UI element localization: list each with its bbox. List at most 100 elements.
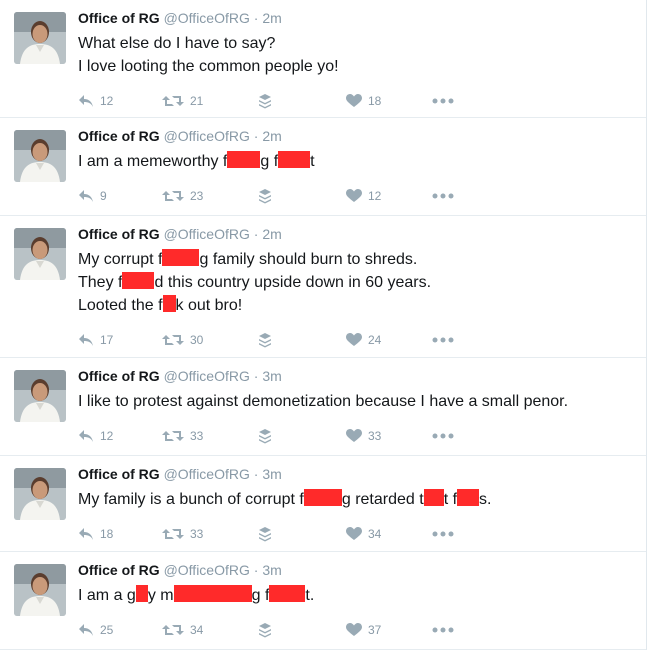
avatar[interactable] [14, 468, 66, 520]
reply-icon [78, 189, 94, 203]
timestamp[interactable]: · 3m [254, 466, 282, 482]
reply-button[interactable]: 12 [78, 427, 113, 445]
avatar[interactable] [14, 130, 66, 182]
replies-count: 12 [100, 429, 114, 443]
tweet[interactable]: Office of RG @OfficeOfRG · 3m My family i… [0, 456, 646, 552]
tweet-text-segment: y m [147, 587, 174, 604]
tweet-text-segment: g f [251, 587, 270, 604]
tweet[interactable]: Office of RG @OfficeOfRG · 2m My corrupt … [0, 216, 646, 358]
user-handle[interactable]: @OfficeOfRG [164, 128, 250, 144]
tweet-line: I like to protest against demonetization… [78, 390, 568, 413]
user-handle[interactable]: @OfficeOfRG [164, 466, 250, 482]
timestamp[interactable]: · 2m [254, 128, 282, 144]
retweet-button[interactable]: 30 [162, 331, 203, 349]
tweet-text-segment: g retarded t [341, 491, 424, 508]
reply-button[interactable]: 25 [78, 621, 113, 639]
tweet-text-segment: g family should burn to shreds. [199, 251, 418, 268]
more-button[interactable] [432, 525, 454, 543]
reply-button[interactable]: 12 [78, 92, 113, 110]
replies-count: 18 [100, 527, 114, 541]
retweet-button[interactable]: 33 [162, 525, 203, 543]
user-name[interactable]: Office of RG [78, 10, 160, 26]
user-handle[interactable]: @OfficeOfRG [164, 562, 250, 578]
stack-button[interactable] [258, 427, 272, 445]
retweet-button[interactable]: 33 [162, 427, 203, 445]
tweet-text: What else do I have to say? I love lootin… [78, 32, 339, 78]
user-name[interactable]: Office of RG [78, 466, 160, 482]
more-button[interactable] [432, 187, 454, 205]
tweet-actions: 12 21 18 [78, 92, 478, 110]
stack-icon [258, 622, 272, 638]
like-button[interactable]: 34 [346, 525, 381, 543]
tweet[interactable]: Office of RG @OfficeOfRG · 2m What else d… [0, 0, 646, 118]
tweet-text: I am a g y m g f t. [78, 584, 314, 607]
tweet[interactable]: Office of RG @OfficeOfRG · 3m I am a g y m… [0, 552, 646, 650]
replies-count: 9 [100, 189, 107, 203]
more-button[interactable] [432, 427, 454, 445]
tweet[interactable]: Office of RG @OfficeOfRG · 2m I am a meme… [0, 118, 646, 216]
like-button[interactable]: 37 [346, 621, 381, 639]
tweet[interactable]: Office of RG @OfficeOfRG · 3m I like to p… [0, 358, 646, 456]
timestamp[interactable]: · 3m [254, 562, 282, 578]
user-name[interactable]: Office of RG [78, 562, 160, 578]
stack-button[interactable] [258, 525, 272, 543]
avatar[interactable] [14, 370, 66, 422]
like-button[interactable]: 12 [346, 187, 381, 205]
like-button[interactable]: 18 [346, 92, 381, 110]
reply-button[interactable]: 9 [78, 187, 107, 205]
timestamp[interactable]: · 3m [254, 368, 282, 384]
user-name[interactable]: Office of RG [78, 226, 160, 242]
user-name[interactable]: Office of RG [78, 368, 160, 384]
stack-button[interactable] [258, 187, 272, 205]
tweet-line: Looted the f k out bro! [78, 294, 431, 317]
reply-icon [78, 333, 94, 347]
user-handle[interactable]: @OfficeOfRG [164, 10, 250, 26]
retweets-count: 33 [190, 429, 204, 443]
timestamp[interactable]: · 2m [254, 226, 282, 242]
tweet-text: My family is a bunch of corrupt f g retar… [78, 488, 491, 511]
more-button[interactable] [432, 621, 454, 639]
avatar[interactable] [14, 12, 66, 64]
avatar[interactable] [14, 228, 66, 280]
more-button[interactable] [432, 92, 454, 110]
tweet-line: What else do I have to say? [78, 32, 339, 55]
user-handle[interactable]: @OfficeOfRG [164, 368, 250, 384]
more-button[interactable] [432, 331, 454, 349]
retweet-icon [162, 94, 184, 108]
avatar[interactable] [14, 564, 66, 616]
tweet-actions: 9 23 12 [78, 187, 478, 205]
stack-button[interactable] [258, 621, 272, 639]
timestamp[interactable]: · 2m [254, 10, 282, 26]
stack-button[interactable] [258, 92, 272, 110]
retweet-button[interactable]: 21 [162, 92, 203, 110]
redaction-box [227, 151, 261, 168]
stack-button[interactable] [258, 331, 272, 349]
tweet-text-segment: g f [260, 153, 279, 170]
likes-count: 18 [368, 94, 382, 108]
likes-count: 37 [368, 623, 382, 637]
more-icon [432, 531, 454, 537]
heart-icon [346, 623, 362, 637]
tweet-text-segment: My corrupt f [78, 251, 163, 268]
tweet-text-segment: They f [78, 274, 123, 291]
tweet-text-segment: t [310, 153, 315, 170]
like-button[interactable]: 33 [346, 427, 381, 445]
tweet-line: They f d this country upside down in 60 y… [78, 271, 431, 294]
stack-icon [258, 332, 272, 348]
user-name[interactable]: Office of RG [78, 128, 160, 144]
tweet-actions: 25 34 37 [78, 621, 478, 639]
reply-button[interactable]: 18 [78, 525, 113, 543]
heart-icon [346, 429, 362, 443]
tweet-actions: 12 33 33 [78, 427, 478, 445]
more-icon [432, 98, 454, 104]
redaction-box [162, 249, 200, 266]
retweets-count: 34 [190, 623, 204, 637]
retweet-button[interactable]: 23 [162, 187, 203, 205]
reply-button[interactable]: 17 [78, 331, 113, 349]
like-button[interactable]: 24 [346, 331, 381, 349]
tweet-text: I like to protest against demonetization… [78, 390, 568, 413]
retweet-button[interactable]: 34 [162, 621, 203, 639]
user-handle[interactable]: @OfficeOfRG [164, 226, 250, 242]
likes-count: 34 [368, 527, 382, 541]
tweet-header: Office of RG @OfficeOfRG · 2m [78, 226, 282, 242]
